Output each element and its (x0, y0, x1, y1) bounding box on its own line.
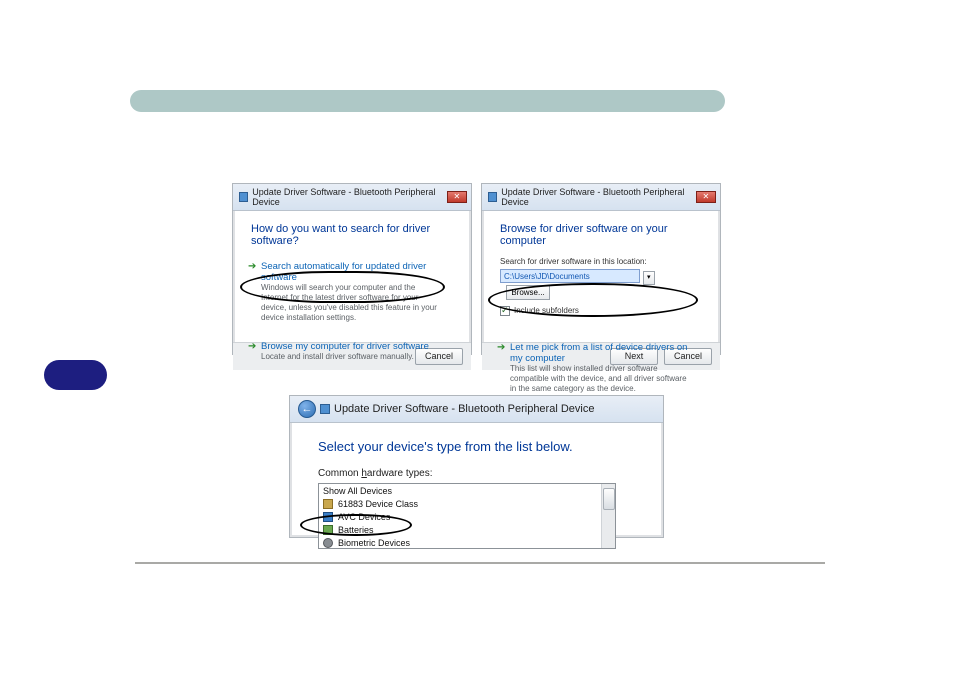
dialog-select-type: ← Update Driver Software - Bluetooth Per… (289, 395, 664, 538)
dialog-heading: How do you want to search for driver sof… (251, 223, 453, 247)
header-pill (130, 90, 725, 112)
option-title: Let me pick from a list of device driver… (510, 342, 692, 364)
scrollbar[interactable] (601, 484, 615, 548)
list-item-label: 61883 Device Class (338, 499, 418, 509)
back-icon[interactable]: ← (298, 400, 316, 418)
option-desc: Windows will search your computer and th… (261, 283, 443, 323)
search-location-label: Search for driver software in this locat… (500, 257, 702, 266)
dialog-heading: Select your device's type from the list … (318, 439, 637, 454)
include-subfolders[interactable]: Include subfolders (500, 306, 702, 316)
checkbox-icon[interactable] (500, 306, 510, 316)
dropdown-button[interactable]: ▾ (643, 271, 655, 285)
label-part: ardware types: (367, 468, 433, 479)
option-desc: Locate and install driver software manua… (261, 352, 443, 362)
device-icon (323, 499, 333, 509)
dialog-body: Select your device's type from the list … (290, 423, 663, 557)
dialog-body: How do you want to search for driver sof… (233, 211, 471, 342)
list-item-label: Show All Devices (323, 486, 392, 496)
side-blue-pill (44, 360, 107, 390)
footer-rule (135, 562, 825, 564)
option-title: Search automatically for updated driver … (261, 261, 443, 283)
dialog-heading: Browse for driver software on your compu… (500, 223, 702, 247)
browse-button[interactable]: Browse... (506, 285, 550, 300)
window-icon (239, 192, 248, 202)
dialog-body: Browse for driver software on your compu… (482, 211, 720, 342)
arrow-icon: ➔ (497, 342, 505, 353)
option-pick-from-list[interactable]: ➔ Let me pick from a list of device driv… (500, 338, 702, 400)
list-item[interactable]: 61883 Device Class (319, 497, 615, 510)
close-icon[interactable] (447, 191, 467, 203)
window-icon (488, 192, 497, 202)
list-item-label: Biometric Devices (338, 538, 410, 548)
window-title: Update Driver Software - Bluetooth Perip… (501, 187, 695, 207)
option-browse-manual[interactable]: ➔ Browse my computer for driver software… (251, 337, 453, 368)
close-icon[interactable] (696, 191, 716, 203)
dialog-search-method: Update Driver Software - Bluetooth Perip… (232, 183, 472, 355)
hardware-listbox[interactable]: Show All Devices 61883 Device Class AVC … (318, 483, 616, 549)
scroll-thumb[interactable] (603, 488, 615, 510)
device-icon (323, 512, 333, 522)
list-item[interactable]: AVC Devices (319, 510, 615, 523)
list-item-label: AVC Devices (338, 512, 390, 522)
list-item[interactable]: Biometric Devices (319, 536, 615, 549)
list-item[interactable]: Batteries (319, 523, 615, 536)
list-item[interactable]: Show All Devices (319, 484, 615, 497)
common-hw-label: Common hardware types: (318, 468, 637, 479)
option-title: Browse my computer for driver software (261, 341, 443, 352)
titlebar: Update Driver Software - Bluetooth Perip… (482, 184, 720, 211)
device-icon (323, 525, 333, 535)
path-input[interactable] (500, 269, 640, 283)
dialog-browse: Update Driver Software - Bluetooth Perip… (481, 183, 721, 355)
list-item-label: Batteries (338, 525, 374, 535)
label-part: Common (318, 468, 361, 479)
titlebar: ← Update Driver Software - Bluetooth Per… (290, 396, 663, 423)
arrow-icon: ➔ (248, 261, 256, 272)
window-title: Update Driver Software - Bluetooth Perip… (334, 403, 594, 415)
device-icon (323, 538, 333, 548)
include-sub-label: Include subfolders (514, 306, 579, 315)
window-icon (320, 404, 330, 414)
path-row: ▾ Browse... (500, 269, 702, 300)
titlebar: Update Driver Software - Bluetooth Perip… (233, 184, 471, 211)
arrow-icon: ➔ (248, 341, 256, 352)
window-title: Update Driver Software - Bluetooth Perip… (252, 187, 446, 207)
option-desc: This list will show installed driver sof… (510, 364, 692, 394)
option-auto-search[interactable]: ➔ Search automatically for updated drive… (251, 257, 453, 329)
